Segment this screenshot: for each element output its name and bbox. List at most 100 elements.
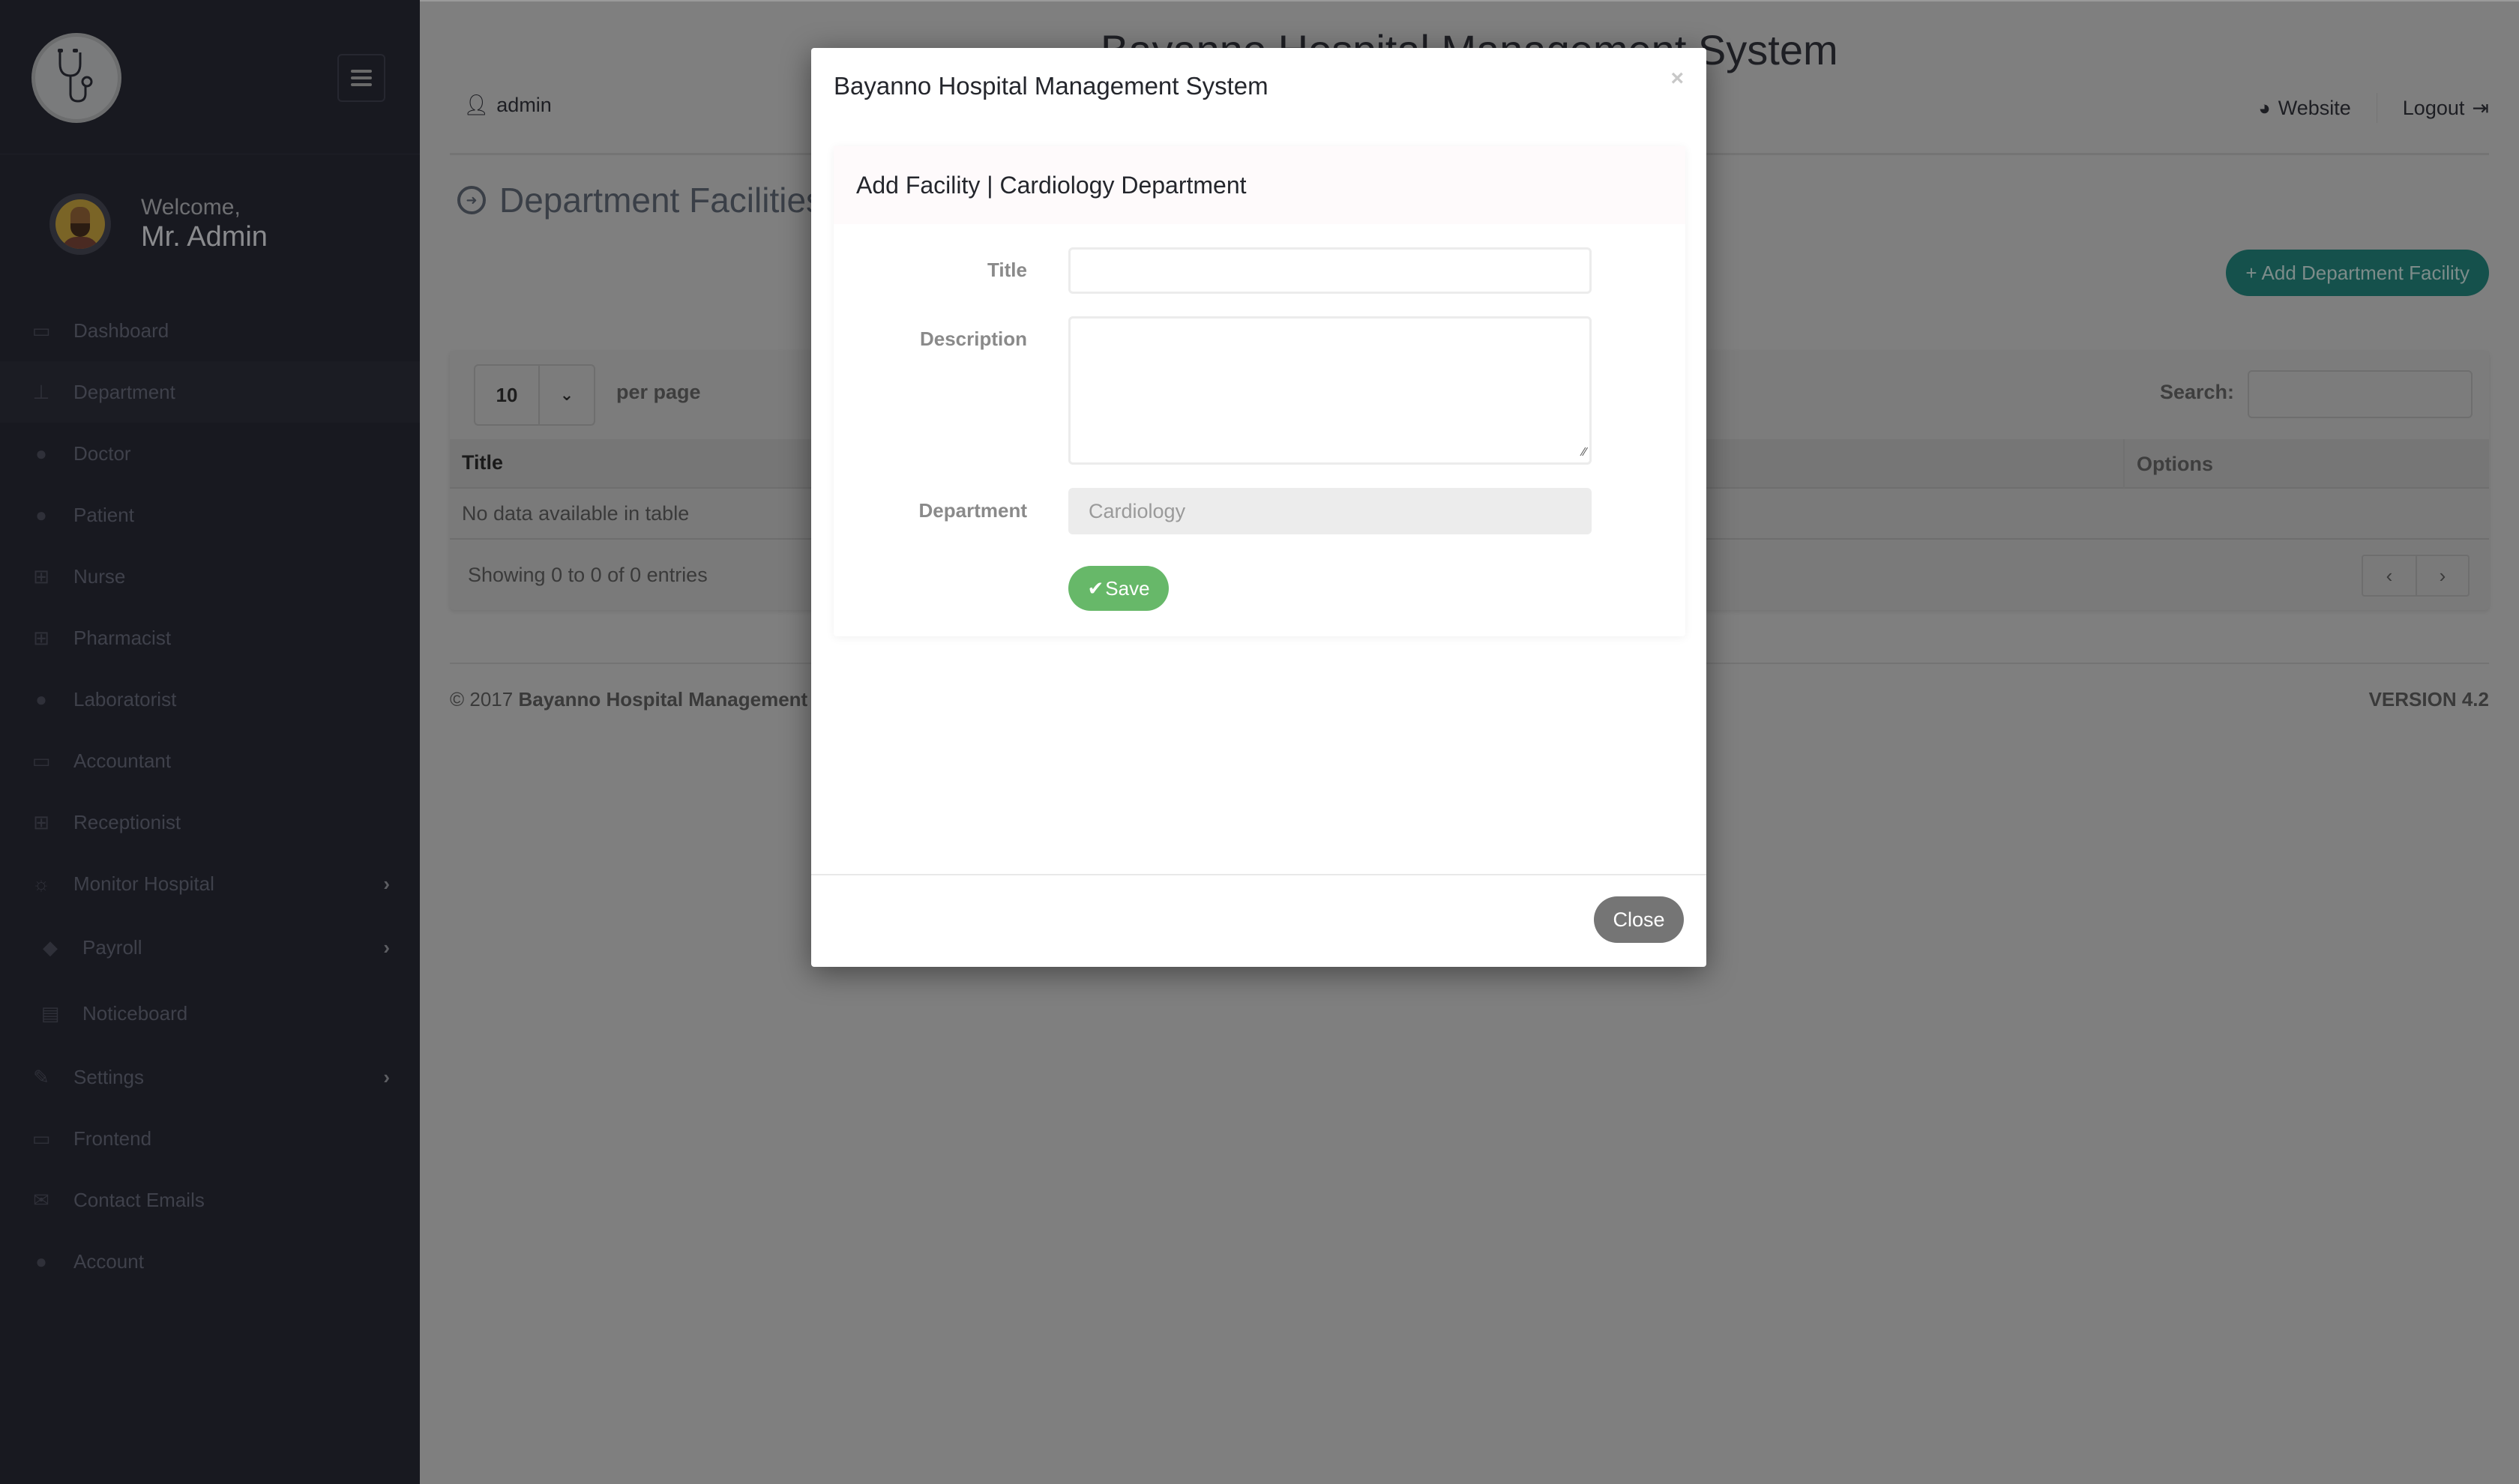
previous-page-button[interactable]: ‹ bbox=[2363, 556, 2416, 595]
logo[interactable] bbox=[31, 33, 121, 123]
save-button[interactable]: ✔ Save bbox=[1068, 566, 1169, 611]
user-md-icon: ● bbox=[35, 441, 47, 465]
search-label: Search: bbox=[2159, 381, 2234, 403]
sidebar-item-doctor[interactable]: ● Doctor bbox=[0, 423, 420, 484]
current-user-label: admin bbox=[496, 93, 552, 116]
sidebar-item-label: Payroll bbox=[82, 935, 142, 959]
sidebar-item-label: Department bbox=[73, 380, 175, 403]
add-department-facility-button[interactable]: + Add Department Facility bbox=[2226, 250, 2489, 296]
sidebar-nav: ▭ Dashboard ⊥ Department ● Doctor ● Pati… bbox=[0, 300, 420, 1292]
sidebar-item-receptionist[interactable]: ⊞ Receptionist bbox=[0, 791, 420, 853]
close-button[interactable]: Close bbox=[1594, 896, 1684, 943]
sidebar-item-contact-emails[interactable]: ✉ Contact Emails bbox=[0, 1169, 420, 1231]
topbar-links: ◕ Website Logout ⇥ bbox=[2233, 93, 2489, 123]
chevron-right-icon: › bbox=[383, 872, 390, 895]
sidebar-item-label: Noticeboard bbox=[82, 1001, 188, 1025]
sidebar-item-label: Contact Emails bbox=[73, 1188, 205, 1211]
save-label: Save bbox=[1105, 576, 1150, 600]
avatar bbox=[49, 193, 111, 255]
check-icon: ✔ bbox=[1087, 576, 1104, 600]
sidebar-item-frontend[interactable]: ▭ Frontend bbox=[0, 1108, 420, 1169]
add-facility-modal: Bayanno Hospital Management System × Add… bbox=[811, 48, 1706, 967]
sidebar-item-label: Receptionist bbox=[73, 810, 181, 833]
sidebar-item-label: Settings bbox=[73, 1065, 144, 1088]
sidebar: Welcome, Mr. Admin ▭ Dashboard ⊥ Departm… bbox=[0, 0, 420, 1484]
sidebar-item-label: Patient bbox=[73, 503, 134, 526]
sidebar-item-payroll[interactable]: ◆ Payroll › bbox=[0, 914, 420, 980]
laptop-icon: ▭ bbox=[31, 1126, 51, 1150]
sidebar-item-patient[interactable]: ● Patient bbox=[0, 484, 420, 546]
sidebar-item-pharmacist[interactable]: ⊞ Pharmacist bbox=[0, 607, 420, 669]
description-label: Description bbox=[919, 328, 1027, 350]
sidebar-item-dashboard[interactable]: ▭ Dashboard bbox=[0, 300, 420, 361]
sidebar-item-monitor-hospital[interactable]: ☼ Monitor Hospital › bbox=[0, 853, 420, 914]
current-user[interactable]: 👤︎ admin bbox=[463, 93, 552, 117]
sidebar-item-label: Account bbox=[73, 1249, 144, 1273]
website-link[interactable]: ◕ Website bbox=[2233, 97, 2376, 120]
add-facility-form-panel: Add Facility | Cardiology Department Tit… bbox=[834, 146, 1685, 636]
description-textarea[interactable]: ⁄⁄ bbox=[1068, 316, 1592, 465]
per-page-label: per page bbox=[616, 381, 701, 403]
table-info: Showing 0 to 0 of 0 entries bbox=[468, 564, 708, 586]
copyright-prefix: © 2017 bbox=[450, 688, 519, 711]
close-icon[interactable]: × bbox=[1670, 66, 1684, 91]
sidebar-item-noticeboard[interactable]: ▤ Noticeboard bbox=[0, 980, 420, 1046]
plus-square-icon: ⊞ bbox=[33, 564, 49, 588]
title-input[interactable] bbox=[1068, 247, 1592, 294]
sidebar-item-label: Monitor Hospital bbox=[73, 872, 214, 895]
user-name: Mr. Admin bbox=[141, 221, 268, 253]
footer-version: VERSION 4.2 bbox=[2368, 688, 2489, 711]
list-alt-icon: ▤ bbox=[40, 1001, 60, 1025]
chevron-down-icon: ⌄ bbox=[559, 385, 574, 404]
sun-icon: ☼ bbox=[32, 872, 50, 895]
logout-link[interactable]: Logout ⇥ bbox=[2377, 97, 2489, 120]
add-button-label: Add Department Facility bbox=[2261, 261, 2470, 284]
hamburger-bar bbox=[351, 70, 372, 73]
empty-table-message: No data available in table bbox=[462, 502, 690, 525]
page-length-value: 10 bbox=[475, 366, 540, 424]
user-icon: ● bbox=[35, 687, 47, 711]
next-page-button[interactable]: › bbox=[2416, 556, 2468, 595]
chevron-right-icon: › bbox=[383, 1065, 390, 1088]
plus-icon: + bbox=[2245, 261, 2257, 284]
user-block: Welcome, Mr. Admin bbox=[49, 193, 268, 255]
sidebar-item-label: Accountant bbox=[73, 749, 172, 772]
page-length-select[interactable]: 10 ⌄ bbox=[474, 364, 595, 426]
wrench-icon: ✎ bbox=[33, 1065, 49, 1088]
sitemap-icon: ⊥ bbox=[32, 380, 50, 403]
sidebar-item-label: Laboratorist bbox=[73, 687, 177, 711]
page-title-text: Department Facilities bbox=[499, 181, 824, 220]
sidebar-item-laboratorist[interactable]: ● Laboratorist bbox=[0, 669, 420, 730]
column-header-options[interactable]: Options bbox=[2123, 439, 2213, 489]
resize-grip-icon[interactable]: ⁄⁄ bbox=[1583, 446, 1586, 459]
medkit-icon: ⊞ bbox=[33, 626, 49, 649]
sidebar-item-accountant[interactable]: ▭ Accountant bbox=[0, 730, 420, 791]
logout-icon: ⇥ bbox=[2472, 96, 2489, 119]
sidebar-item-settings[interactable]: ✎ Settings › bbox=[0, 1046, 420, 1108]
form-panel-title: Add Facility | Cardiology Department bbox=[834, 146, 1685, 224]
hamburger-bar bbox=[351, 83, 372, 86]
logout-label: Logout bbox=[2402, 96, 2465, 119]
sidebar-toggle-button[interactable] bbox=[337, 54, 385, 102]
chevron-right-icon: › bbox=[383, 935, 390, 959]
globe-icon: ◕ bbox=[2258, 96, 2271, 119]
desktop-icon: ▭ bbox=[31, 319, 51, 342]
stethoscope-icon bbox=[58, 49, 93, 103]
money-icon: ▭ bbox=[31, 749, 51, 772]
user-icon: ● bbox=[35, 1249, 47, 1273]
sidebar-item-account[interactable]: ● Account bbox=[0, 1231, 420, 1292]
sidebar-item-label: Doctor bbox=[73, 441, 131, 465]
title-label: Title bbox=[987, 259, 1027, 281]
user-icon: ● bbox=[35, 503, 47, 526]
website-label: Website bbox=[2278, 96, 2351, 119]
column-header-title[interactable]: Title bbox=[462, 451, 503, 474]
search-input[interactable] bbox=[2248, 370, 2473, 418]
department-field: Cardiology bbox=[1068, 488, 1592, 534]
sidebar-item-nurse[interactable]: ⊞ Nurse bbox=[0, 546, 420, 607]
pagination: ‹ › bbox=[2362, 555, 2470, 597]
sidebar-item-department[interactable]: ⊥ Department bbox=[0, 361, 420, 423]
page-title: ➜ Department Facilities bbox=[457, 180, 823, 220]
department-label: Department bbox=[918, 499, 1027, 522]
sidebar-item-label: Dashboard bbox=[73, 319, 169, 342]
sidebar-item-label: Pharmacist bbox=[73, 626, 172, 649]
